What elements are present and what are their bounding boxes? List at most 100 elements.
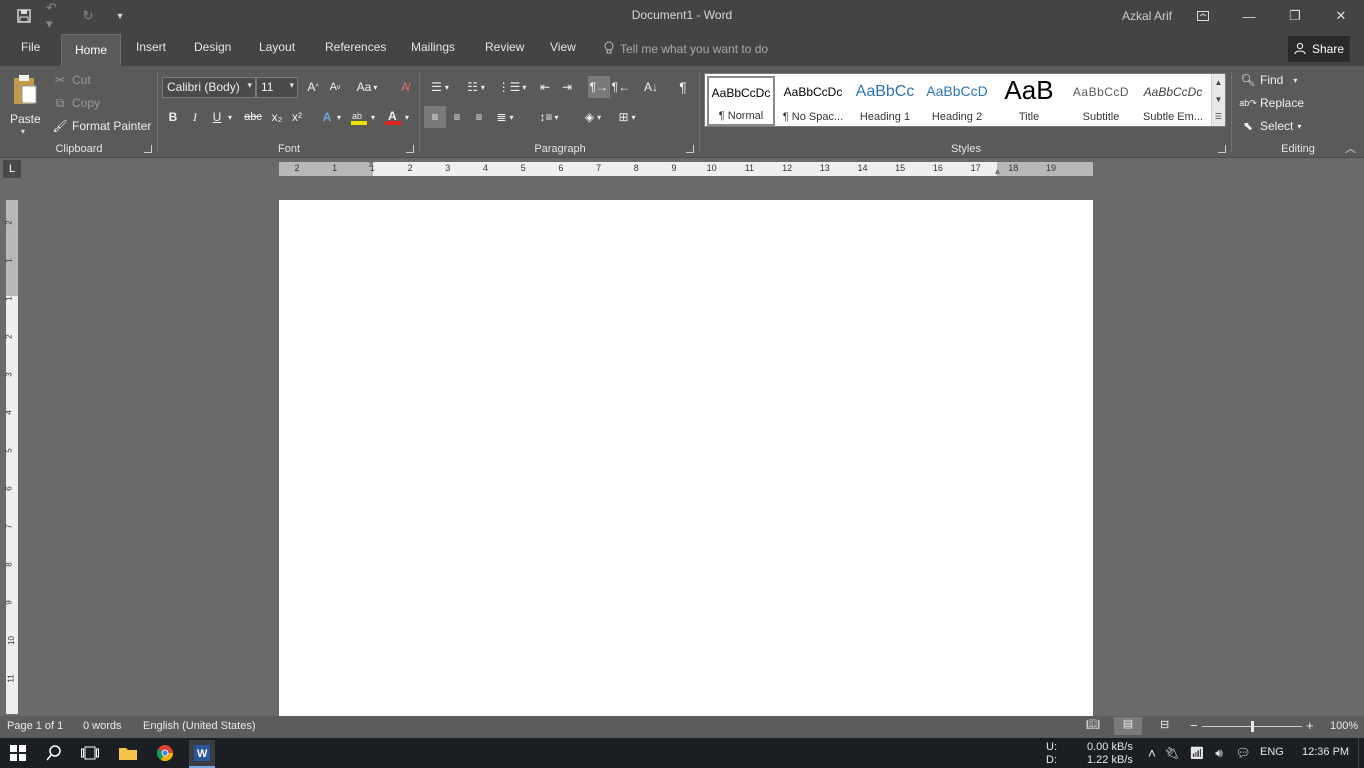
document-page[interactable] <box>279 200 1093 716</box>
style-normal[interactable]: AaBbCcDc ¶ Normal <box>707 76 775 126</box>
clear-formatting-icon[interactable]: A̸ <box>394 76 416 98</box>
language-status[interactable]: English (United States) <box>143 720 256 732</box>
find-button[interactable]: 🔍︎ Find ▾ <box>1240 72 1297 88</box>
font-size-combo[interactable]: 11 ▾ <box>256 77 298 98</box>
file-explorer-icon[interactable] <box>116 742 140 764</box>
right-indent-marker-icon[interactable]: ▲ <box>993 166 1002 176</box>
tab-view[interactable]: View <box>550 40 576 54</box>
shrink-font-icon[interactable]: Av <box>324 76 346 98</box>
close-icon[interactable]: ✕ <box>1318 0 1364 32</box>
copy-button[interactable]: ⧉ Copy <box>52 95 100 111</box>
bullets-icon[interactable]: ☰ ▾ <box>424 76 456 98</box>
style-subtle-emphasis[interactable]: AaBbCcDc Subtle Em... <box>1139 76 1207 126</box>
clock[interactable]: 12:36 PM <box>1302 746 1349 758</box>
indent-marker-icon[interactable]: ⧗ <box>368 159 374 170</box>
show-desktop[interactable] <box>1358 738 1364 768</box>
tab-file[interactable]: File <box>21 40 40 54</box>
input-language[interactable]: ENG <box>1260 746 1284 758</box>
grow-font-icon[interactable]: A ^ <box>302 76 324 98</box>
cut-button[interactable]: ✂ Cut <box>52 72 91 88</box>
zoom-slider-thumb[interactable] <box>1251 721 1254 732</box>
zoom-level[interactable]: 100% <box>1330 720 1358 732</box>
search-icon[interactable] <box>42 742 66 764</box>
page-count[interactable]: Page 1 of 1 <box>7 720 63 732</box>
style-heading-1[interactable]: AaBbCc Heading 1 <box>851 76 919 126</box>
collapse-ribbon-icon[interactable]: ︿ <box>1345 140 1356 156</box>
horizontal-ruler[interactable]: 2 1 1 2 3 4 5 6 7 8 9 10 11 12 13 14 15 16 17 18 19 ⧗ ▲ <box>279 159 1093 176</box>
read-mode-icon[interactable]: 📖︎ <box>1086 718 1100 731</box>
line-spacing-icon[interactable]: ↕≡ ▾ <box>534 106 564 128</box>
volume-icon[interactable]: 🔊︎ <box>1207 742 1231 764</box>
gallery-down-icon[interactable]: ▼ <box>1212 91 1225 108</box>
replace-button[interactable]: ab↷ Replace <box>1239 95 1304 111</box>
superscript-button[interactable]: x² <box>286 106 308 128</box>
tab-mailings[interactable]: Mailings <box>411 40 455 54</box>
tab-design[interactable]: Design <box>194 40 231 54</box>
tab-layout[interactable]: Layout <box>259 40 295 54</box>
gallery-more-icon[interactable]: ☰ <box>1212 108 1225 125</box>
align-center-icon[interactable]: ≡ <box>446 106 468 128</box>
tab-home[interactable]: Home <box>61 34 122 66</box>
paste-button[interactable]: Paste ▾ <box>8 72 42 138</box>
style-no-spacing[interactable]: AaBbCcDc ¶ No Spac... <box>779 76 847 126</box>
shading-icon[interactable]: ◈ ▾ <box>578 106 608 128</box>
chrome-icon[interactable] <box>153 742 177 764</box>
change-case-button[interactable]: Aa ▾ <box>352 76 382 98</box>
tab-review[interactable]: Review <box>485 40 524 54</box>
style-title[interactable]: AaB Title <box>995 76 1063 126</box>
vertical-ruler[interactable]: 2 1 1 2 3 4 5 6 7 8 9 10 11 <box>5 200 18 714</box>
styles-launcher-icon[interactable] <box>1218 145 1226 153</box>
align-left-icon[interactable]: ≡ <box>424 106 446 128</box>
paragraph-launcher-icon[interactable] <box>686 145 694 153</box>
font-color-dropdown-icon[interactable]: ▾ <box>402 106 412 128</box>
style-subtitle[interactable]: AaBbCcD Subtitle <box>1067 76 1135 126</box>
multilevel-list-icon[interactable]: ⋮☰ ▾ <box>496 76 528 98</box>
clipboard-launcher-icon[interactable] <box>144 145 152 153</box>
increase-indent-icon[interactable]: ⇥ <box>556 76 578 98</box>
subscript-button[interactable]: x₂ <box>266 106 288 128</box>
italic-button[interactable]: I <box>184 106 206 128</box>
highlight-dropdown-icon[interactable]: ▾ <box>368 106 378 128</box>
font-launcher-icon[interactable] <box>406 145 414 153</box>
restore-icon[interactable]: ❐ <box>1272 0 1318 32</box>
wifi-icon[interactable]: 📶︎ <box>1185 742 1209 764</box>
user-name[interactable]: Azkal Arif <box>1122 9 1172 23</box>
print-layout-icon[interactable]: ▤ <box>1114 717 1142 735</box>
minimize-icon[interactable]: — <box>1226 0 1272 32</box>
zoom-in-icon[interactable]: + <box>1306 718 1314 733</box>
format-painter-button[interactable]: 🖌 Format Painter <box>52 118 151 134</box>
sort-icon[interactable]: A↓ <box>640 76 662 98</box>
rtl-paragraph-icon[interactable]: ¶← <box>610 76 632 98</box>
highlight-icon[interactable]: ab <box>348 106 370 128</box>
ltr-paragraph-icon[interactable]: ¶→ <box>588 76 610 98</box>
font-color-icon[interactable]: A <box>382 106 404 128</box>
tell-me-search[interactable]: Tell me what you want to do <box>604 41 768 57</box>
show-formatting-icon[interactable]: ¶ <box>672 76 694 98</box>
task-view-icon[interactable] <box>78 742 102 764</box>
web-layout-icon[interactable]: ⊟ <box>1160 718 1169 731</box>
tab-selector-icon[interactable]: L <box>3 160 21 178</box>
gallery-up-icon[interactable]: ▲ <box>1212 74 1225 91</box>
underline-dropdown-icon[interactable]: ▾ <box>224 106 236 128</box>
style-heading-2[interactable]: AaBbCcD Heading 2 <box>923 76 991 126</box>
numbering-icon[interactable]: ☷ ▾ <box>460 76 492 98</box>
bold-button[interactable]: B <box>162 106 184 128</box>
ribbon-display-options-icon[interactable] <box>1180 0 1226 32</box>
justify-icon[interactable]: ≣ ▾ <box>490 106 520 128</box>
windows-start-icon[interactable] <box>6 742 30 764</box>
tab-references[interactable]: References <box>325 40 386 54</box>
power-icon[interactable]: 🔌︎ <box>1160 742 1184 764</box>
font-family-combo[interactable]: Calibri (Body) ▾ <box>162 77 256 98</box>
word-count[interactable]: 0 words <box>83 720 122 732</box>
tab-insert[interactable]: Insert <box>136 40 166 54</box>
select-button[interactable]: ⬉ Select ▾ <box>1240 118 1301 134</box>
share-button[interactable]: Share <box>1288 36 1350 62</box>
notification-icon[interactable]: 💬︎ <box>1231 742 1255 764</box>
zoom-out-icon[interactable]: − <box>1190 718 1198 733</box>
word-taskbar-icon[interactable]: W <box>189 740 215 766</box>
text-effects-dropdown-icon[interactable]: ▾ <box>334 106 344 128</box>
borders-icon[interactable]: ⊞ ▾ <box>612 106 642 128</box>
decrease-indent-icon[interactable]: ⇤ <box>534 76 556 98</box>
align-right-icon[interactable]: ≡ <box>468 106 490 128</box>
strikethrough-button[interactable]: abc <box>240 106 266 128</box>
